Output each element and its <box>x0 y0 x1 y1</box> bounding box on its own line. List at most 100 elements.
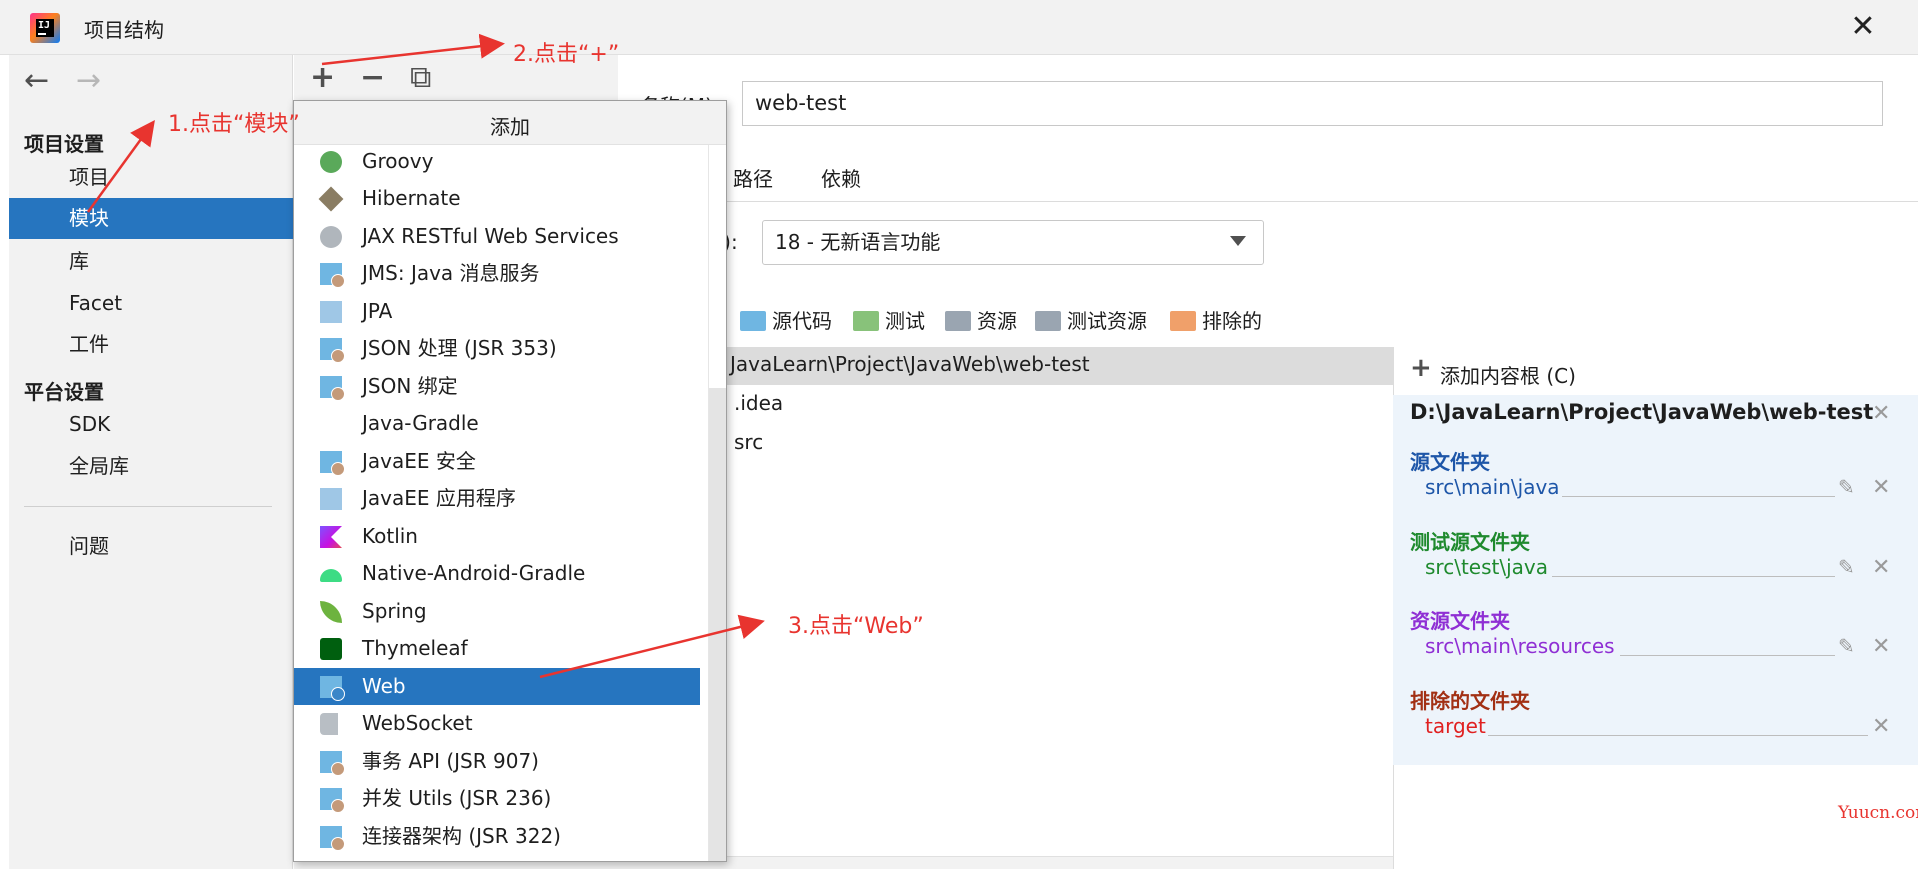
javaee-app-icon <box>320 488 342 510</box>
popup-item-hibernate[interactable]: Hibernate <box>294 180 700 217</box>
excluded-folder-value: target <box>1425 714 1486 738</box>
popup-item-websocket[interactable]: WebSocket <box>294 705 700 742</box>
edit-pencil-icon[interactable]: ✎ <box>1838 634 1855 658</box>
groovy-icon <box>320 151 342 173</box>
sidebar-item-global-libraries[interactable]: 全局库 <box>9 446 293 487</box>
mark-resources-button[interactable]: 资源 <box>945 306 1017 336</box>
module-icon <box>320 451 345 476</box>
remove-resource-icon[interactable]: ✕ <box>1872 636 1890 658</box>
popup-item-thymeleaf[interactable]: Thymeleaf <box>294 630 700 667</box>
popup-item-jms[interactable]: JMS: Java 消息服务 <box>294 255 700 292</box>
excluded-folder-icon <box>1170 311 1196 331</box>
title-bar <box>0 0 1918 55</box>
platform-settings-heading: 平台设置 <box>24 380 104 404</box>
websocket-plug-icon <box>320 713 338 735</box>
project-settings-heading: 项目设置 <box>24 132 104 156</box>
intellij-logo-icon: IJ <box>30 13 60 43</box>
popup-item-label: Web <box>362 674 406 698</box>
sidebar-item-problems[interactable]: 问题 <box>9 526 293 567</box>
popup-item-kotlin[interactable]: Kotlin <box>294 518 700 555</box>
remove-icon[interactable]: − <box>360 63 385 93</box>
sidebar-item-artifacts[interactable]: 工件 <box>9 324 293 365</box>
mark-sources-button[interactable]: 源代码 <box>740 306 832 336</box>
mark-tests-button[interactable]: 测试 <box>853 306 925 336</box>
popup-item-web[interactable]: Web <box>294 668 700 705</box>
popup-item-transaction-api[interactable]: 事务 API (JSR 907) <box>294 743 700 780</box>
tree-scrollbar[interactable] <box>618 856 1393 869</box>
popup-item-label: Native-Android-Gradle <box>362 561 586 585</box>
watermark: Yuucn.com <box>1838 803 1918 823</box>
forward-arrow-icon[interactable]: → <box>76 66 101 96</box>
popup-item-json-binding[interactable]: JSON 绑定 <box>294 368 700 405</box>
language-level-select[interactable]: 18 - 无新语言功能 <box>762 220 1264 265</box>
resource-folder-line <box>1620 655 1835 656</box>
test-resource-folder-icon <box>1035 311 1061 331</box>
popup-item-label: JSON 处理 (JSR 353) <box>362 336 557 360</box>
popup-item-label: Java-Gradle <box>362 411 479 435</box>
close-button[interactable]: ✕ <box>1845 10 1881 46</box>
popup-item-json-processing[interactable]: JSON 处理 (JSR 353) <box>294 330 700 367</box>
popup-item-label: 事务 API (JSR 907) <box>362 749 539 773</box>
remove-test-icon[interactable]: ✕ <box>1872 557 1890 579</box>
source-folder-line <box>1562 496 1835 497</box>
sidebar-item-project[interactable]: 项目 <box>9 157 293 198</box>
module-name-input[interactable]: web-test <box>742 81 1883 126</box>
popup-item-label: WebSocket <box>362 711 473 735</box>
popup-item-concurrency-utils[interactable]: 并发 Utils (JSR 236) <box>294 780 700 817</box>
copy-icon[interactable]: ⧉ <box>410 63 431 93</box>
resource-folders-heading: 资源文件夹 <box>1410 609 1510 633</box>
tab-paths[interactable]: 路径 <box>733 163 773 192</box>
sidebar-item-modules[interactable]: 模块 <box>9 198 293 239</box>
popup-item-label: Groovy <box>362 149 434 173</box>
resource-folder-icon <box>945 311 971 331</box>
tabs-divider <box>618 201 1918 202</box>
edit-pencil-icon[interactable]: ✎ <box>1838 555 1855 579</box>
module-icon <box>320 338 345 363</box>
hibernate-icon <box>318 186 344 212</box>
sidebar-item-sdk[interactable]: SDK <box>9 404 293 445</box>
test-folder-value: src\test\java <box>1425 555 1548 579</box>
window-title: 项目结构 <box>84 18 164 42</box>
tree-item-src[interactable]: src <box>734 430 763 454</box>
back-arrow-icon[interactable]: ← <box>24 66 49 96</box>
popup-item-javaee-app[interactable]: JavaEE 应用程序 <box>294 480 700 517</box>
popup-item-label: JavaEE 应用程序 <box>362 486 516 510</box>
add-icon[interactable]: + <box>310 63 335 93</box>
excluded-folder-line <box>1488 735 1868 736</box>
mark-test-resources-button[interactable]: 测试资源 <box>1035 306 1147 336</box>
popup-item-groovy[interactable]: Groovy <box>294 143 700 180</box>
mark-tests-label: 测试 <box>885 309 925 333</box>
popup-item-jpa[interactable]: JPA <box>294 293 700 330</box>
sidebar-item-libraries[interactable]: 库 <box>9 241 293 282</box>
popup-item-label: JPA <box>362 299 393 323</box>
remove-source-icon[interactable]: ✕ <box>1872 477 1890 499</box>
popup-item-label: JavaEE 安全 <box>362 449 476 473</box>
popup-item-label: 并发 Utils (JSR 236) <box>362 786 552 810</box>
kotlin-icon <box>320 526 342 548</box>
popup-item-label: JAX RESTful Web Services <box>362 224 619 248</box>
tab-dependencies[interactable]: 依赖 <box>821 163 861 192</box>
popup-item-jax-rest[interactable]: JAX RESTful Web Services <box>294 218 700 255</box>
popup-scroll-thumb[interactable] <box>709 388 726 861</box>
popup-item-java-gradle[interactable]: Java-Gradle <box>294 405 700 442</box>
remove-excluded-icon[interactable]: ✕ <box>1872 716 1890 738</box>
mark-sources-label: 源代码 <box>772 309 832 333</box>
mark-excluded-button[interactable]: 排除的 <box>1170 306 1262 336</box>
edit-pencil-icon[interactable]: ✎ <box>1838 475 1855 499</box>
popup-item-label: Hibernate <box>362 186 461 210</box>
tree-item-idea[interactable]: .idea <box>734 391 783 415</box>
tree-root-path: JavaLearn\Project\JavaWeb\web-test <box>730 352 1090 376</box>
popup-item-connector-architecture[interactable]: 连接器架构 (JSR 322) <box>294 818 700 855</box>
popup-item-javaee-security[interactable]: JavaEE 安全 <box>294 443 700 480</box>
sidebar-item-facets[interactable]: Facet <box>9 283 293 324</box>
add-content-root-button[interactable]: 添加内容根 (C) <box>1440 360 1576 389</box>
remove-root-icon[interactable]: ✕ <box>1872 403 1890 425</box>
popup-item-native-android-gradle[interactable]: Native-Android-Gradle <box>294 555 700 592</box>
chevron-down-icon[interactable] <box>1230 236 1246 246</box>
popup-item-spring[interactable]: Spring <box>294 593 700 630</box>
add-icon[interactable]: + <box>1410 355 1432 381</box>
annotation-step-3: 3.点击“Web” <box>788 614 924 639</box>
source-folder-value: src\main\java <box>1425 475 1560 499</box>
thymeleaf-icon <box>320 638 342 660</box>
resource-folder-value: src\main\resources <box>1425 634 1615 658</box>
